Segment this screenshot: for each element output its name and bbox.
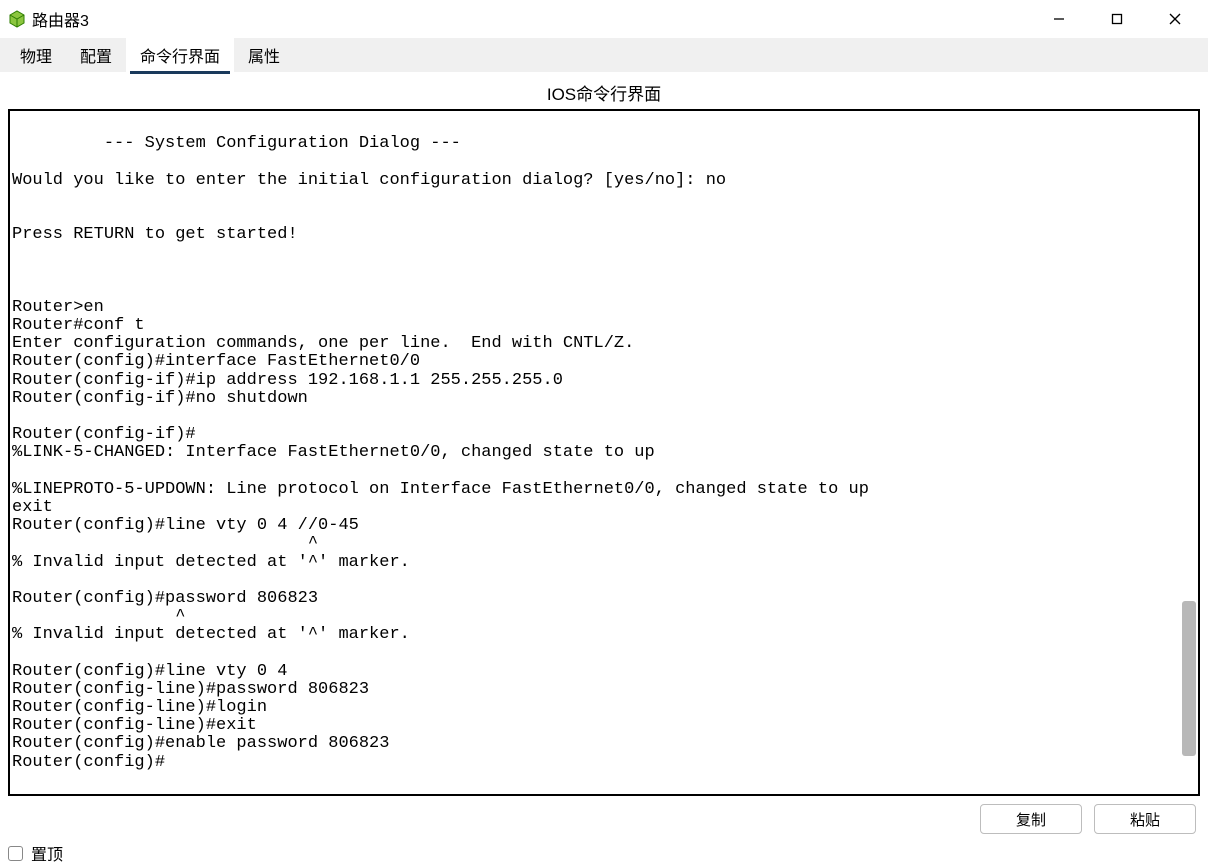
tab-physical[interactable]: 物理	[6, 37, 66, 73]
tab-cli[interactable]: 命令行界面	[126, 37, 234, 73]
terminal-scrollbar[interactable]	[1180, 111, 1198, 794]
titlebar: 路由器3	[0, 0, 1208, 38]
tab-config[interactable]: 配置	[66, 37, 126, 73]
footer: 置顶	[0, 840, 1208, 868]
terminal-container: --- System Configuration Dialog --- Woul…	[8, 109, 1200, 796]
maximize-button[interactable]	[1088, 3, 1146, 35]
pin-top-label: 置顶	[31, 841, 63, 865]
terminal-buttons: 复制 粘贴	[8, 796, 1200, 834]
pin-top-checkbox[interactable]	[8, 846, 23, 861]
paste-button[interactable]: 粘贴	[1094, 804, 1196, 834]
minimize-button[interactable]	[1030, 3, 1088, 35]
tab-attributes[interactable]: 属性	[234, 37, 294, 73]
tabstrip: 物理 配置 命令行界面 属性	[0, 38, 1208, 72]
scrollbar-thumb[interactable]	[1182, 601, 1196, 756]
app-icon	[8, 10, 26, 28]
window-controls	[1030, 3, 1204, 35]
close-button[interactable]	[1146, 3, 1204, 35]
window-title: 路由器3	[32, 7, 89, 31]
panel-subtitle: IOS命令行界面	[8, 72, 1200, 109]
cli-terminal[interactable]: --- System Configuration Dialog --- Woul…	[10, 111, 1180, 794]
copy-button[interactable]: 复制	[980, 804, 1082, 834]
content-area: IOS命令行界面 --- System Configuration Dialog…	[0, 72, 1208, 840]
